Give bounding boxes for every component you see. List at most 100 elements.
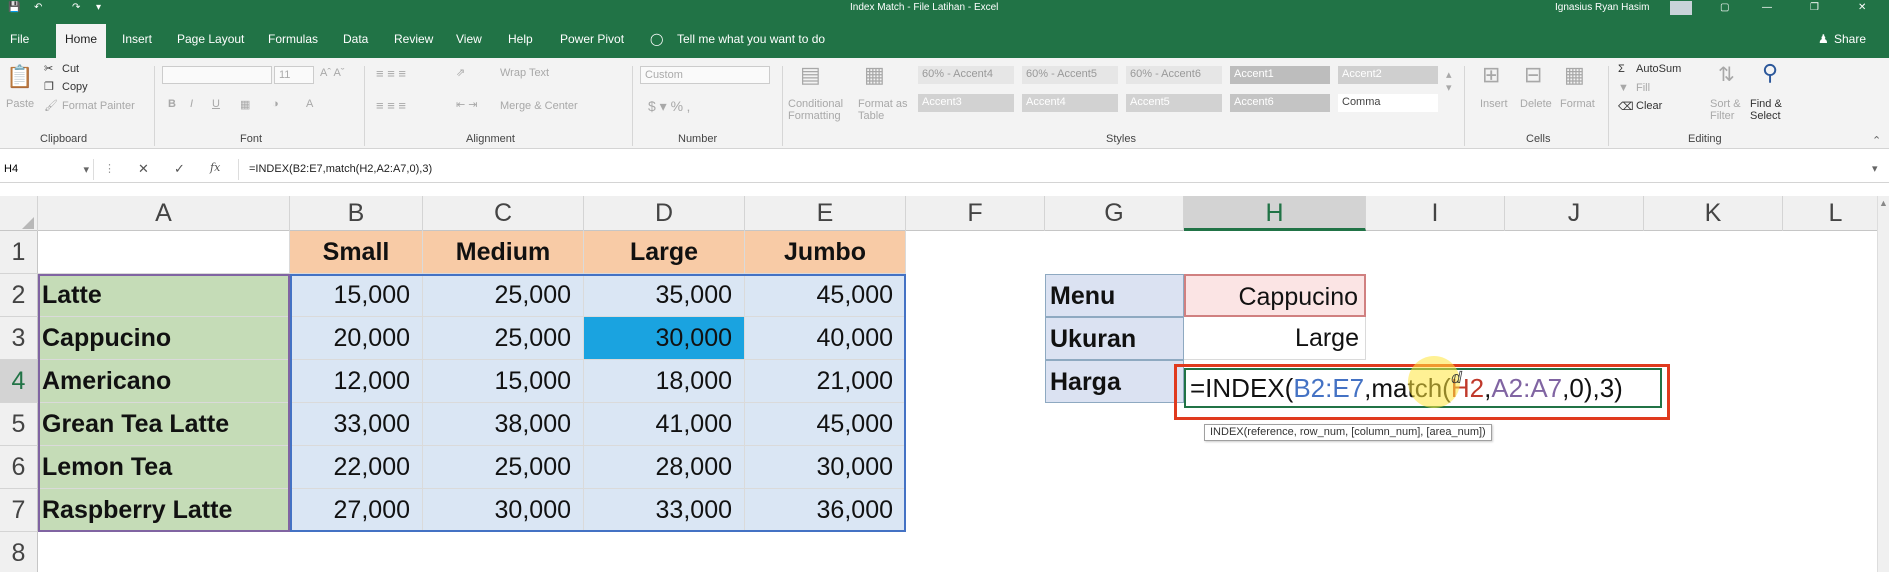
collapse-ribbon-icon[interactable]: ⌃ <box>1872 134 1881 147</box>
fill-color-icon[interactable]: ◑ <box>272 98 279 110</box>
name-box[interactable]: H4 ▾ <box>0 159 94 180</box>
share-button[interactable]: Share <box>1834 32 1866 46</box>
col-header-i[interactable]: I <box>1366 196 1505 231</box>
style-accent5[interactable]: Accent5 <box>1126 94 1222 112</box>
value-cell[interactable]: 22,000 <box>290 446 423 489</box>
header-medium[interactable]: Medium <box>423 231 584 274</box>
col-header-a[interactable]: A <box>38 196 290 231</box>
restore-icon[interactable]: ❐ <box>1810 2 1819 13</box>
style-60-accent5[interactable]: 60% - Accent5 <box>1022 66 1118 84</box>
row-header-8[interactable]: 8 <box>0 532 38 572</box>
fill-icon[interactable]: ▼ <box>1618 82 1629 94</box>
enter-icon[interactable]: ✓ <box>174 161 185 177</box>
value-cell[interactable]: 33,000 <box>290 403 423 446</box>
header-small[interactable]: Small <box>290 231 423 274</box>
avatar[interactable] <box>1670 1 1692 15</box>
wrap-text-button[interactable]: Wrap Text <box>500 67 549 79</box>
label-menu[interactable]: Menu <box>1045 274 1184 317</box>
tab-formulas[interactable]: Formulas <box>268 32 318 46</box>
bold-icon[interactable]: B <box>168 98 176 110</box>
tab-help[interactable]: Help <box>508 32 533 46</box>
value-cell[interactable]: 18,000 <box>584 360 745 403</box>
value-cell[interactable]: 30,000 <box>745 446 906 489</box>
format-cells-icon[interactable]: ▦ <box>1564 62 1585 88</box>
value-cell[interactable]: 33,000 <box>584 489 745 532</box>
quick-access-dropdown-icon[interactable]: ▾ <box>96 2 101 13</box>
share-icon[interactable]: ♟ <box>1818 32 1829 46</box>
row-header-6[interactable]: 6 <box>0 446 38 489</box>
menu-cappucino[interactable]: Cappucino <box>38 317 290 360</box>
name-box-dropdown-icon[interactable]: ▾ <box>83 163 89 176</box>
format-painter-icon[interactable]: 🖌 <box>44 99 58 112</box>
style-60-accent6[interactable]: 60% - Accent6 <box>1126 66 1222 84</box>
minimize-icon[interactable]: — <box>1762 2 1772 13</box>
scroll-up-icon[interactable]: ▲ <box>1879 198 1888 208</box>
clear-button[interactable]: Clear <box>1636 100 1662 112</box>
close-icon[interactable]: ✕ <box>1858 2 1866 13</box>
sort-filter-icon[interactable]: ⇅ <box>1718 62 1735 87</box>
header-large[interactable]: Large <box>584 231 745 274</box>
conditional-formatting-button[interactable]: Conditional Formatting <box>788 98 848 122</box>
autosum-button[interactable]: AutoSum <box>1636 63 1681 75</box>
style-comma[interactable]: Comma <box>1338 94 1438 112</box>
value-cell[interactable]: 15,000 <box>423 360 584 403</box>
orientation-icon[interactable]: ⇗ <box>456 66 465 79</box>
label-ukuran[interactable]: Ukuran <box>1045 317 1184 360</box>
row-header-2[interactable]: 2 <box>0 274 38 317</box>
value-cell[interactable]: 38,000 <box>423 403 584 446</box>
cell-a1[interactable] <box>38 231 290 274</box>
indent-icons[interactable]: ⇤ ⇥ <box>456 98 478 111</box>
number-format-icons[interactable]: $ ▾ % ‚ <box>648 98 690 115</box>
value-cell[interactable]: 40,000 <box>745 317 906 360</box>
menu-lemon-tea[interactable]: Lemon Tea <box>38 446 290 489</box>
tab-home[interactable]: Home <box>56 24 106 58</box>
value-cell[interactable]: 25,000 <box>423 446 584 489</box>
tab-review[interactable]: Review <box>394 32 433 46</box>
row-header-5[interactable]: 5 <box>0 403 38 446</box>
value-cell[interactable]: 30,000 <box>423 489 584 532</box>
menu-raspberry-latte[interactable]: Raspberry Latte <box>38 489 290 532</box>
grow-font-icon[interactable]: Aˆ Aˇ <box>320 67 344 79</box>
font-size-box[interactable]: 11 <box>274 66 314 84</box>
style-accent1[interactable]: Accent1 <box>1230 66 1330 84</box>
paste-icon[interactable]: 📋 <box>6 64 33 90</box>
col-header-e[interactable]: E <box>745 196 906 231</box>
italic-icon[interactable]: I <box>190 98 193 110</box>
cell-h3-size-value[interactable]: Large <box>1184 317 1366 360</box>
value-cell[interactable]: 25,000 <box>423 274 584 317</box>
redo-icon[interactable]: ↷ <box>72 2 80 13</box>
value-cell[interactable]: 27,000 <box>290 489 423 532</box>
header-jumbo[interactable]: Jumbo <box>745 231 906 274</box>
col-header-k[interactable]: K <box>1644 196 1783 231</box>
col-header-b[interactable]: B <box>290 196 423 231</box>
tab-file[interactable]: File <box>10 32 29 46</box>
cell-h2-menu-value[interactable]: Cappucino <box>1184 274 1366 317</box>
copy-button[interactable]: Copy <box>62 81 88 93</box>
tell-me-box[interactable]: Tell me what you want to do <box>677 32 825 46</box>
clear-icon[interactable]: ⌫ <box>1618 100 1634 113</box>
value-cell[interactable]: 20,000 <box>290 317 423 360</box>
find-select-icon[interactable]: ⚲ <box>1762 60 1778 86</box>
style-accent6[interactable]: Accent6 <box>1230 94 1330 112</box>
row-header-7[interactable]: 7 <box>0 489 38 532</box>
value-cell[interactable]: 45,000 <box>745 274 906 317</box>
style-accent3[interactable]: Accent3 <box>918 94 1014 112</box>
tab-insert[interactable]: Insert <box>122 32 152 46</box>
copy-icon[interactable]: ❐ <box>44 80 54 93</box>
format-cells-button[interactable]: Format <box>1560 98 1595 110</box>
undo-icon[interactable]: ↶ <box>34 2 42 13</box>
formula-input[interactable]: =INDEX(B2:E7,match(H2,A2:A7,0),3) <box>238 159 1868 180</box>
row-header-4[interactable]: 4 <box>0 360 38 403</box>
styles-scroll-icon[interactable]: ▴ ▾ <box>1446 68 1452 94</box>
insert-cells-button[interactable]: Insert <box>1480 98 1508 110</box>
style-accent4[interactable]: Accent4 <box>1022 94 1118 112</box>
value-cell[interactable]: 15,000 <box>290 274 423 317</box>
col-header-g[interactable]: G <box>1045 196 1184 231</box>
value-cell[interactable]: 28,000 <box>584 446 745 489</box>
menu-green-tea-latte[interactable]: Grean Tea Latte <box>38 403 290 446</box>
value-cell[interactable]: 12,000 <box>290 360 423 403</box>
vertical-scrollbar[interactable]: ▲ <box>1877 196 1889 572</box>
merge-center-button[interactable]: Merge & Center <box>500 100 578 112</box>
highlighted-result-cell[interactable]: 30,000 <box>584 317 745 360</box>
delete-cells-button[interactable]: Delete <box>1520 98 1552 110</box>
